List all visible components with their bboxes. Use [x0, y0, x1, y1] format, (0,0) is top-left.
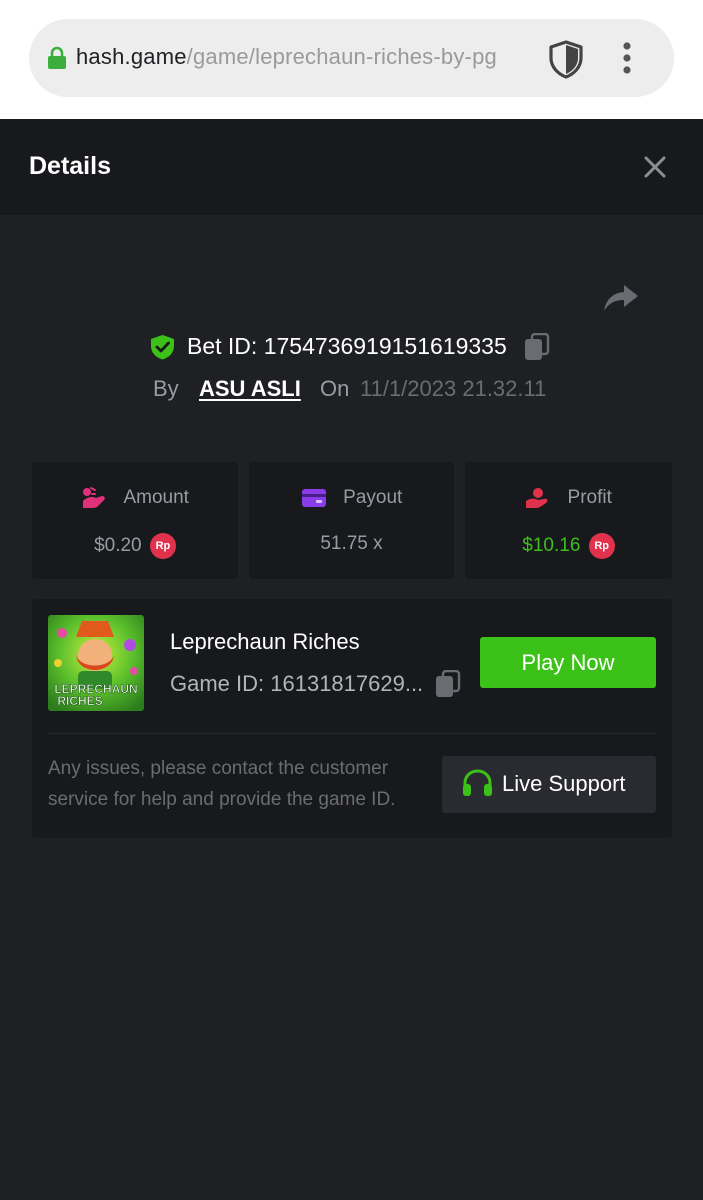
profit-icon [526, 488, 548, 508]
profit-value: $10.16 [522, 535, 581, 556]
headset-icon [463, 769, 492, 796]
details-header: Details [0, 119, 703, 215]
play-now-button[interactable]: Play Now [480, 637, 656, 688]
close-icon[interactable] [642, 154, 668, 180]
rp-currency-badge: Rp [588, 533, 615, 559]
payout-icon [301, 489, 326, 507]
payout-label: Payout [343, 487, 403, 508]
profit-label: Profit [567, 487, 612, 508]
bet-id-row: Bet ID: 1754736919151619335 [0, 330, 703, 364]
profit-value-row: $10.16 Rp [465, 533, 672, 559]
game-card: LEPRECHAUN RICHES Leprechaun Riches Game… [32, 599, 672, 838]
rp-currency-badge: Rp [149, 533, 176, 559]
game-thumbnail[interactable]: LEPRECHAUN RICHES [48, 615, 144, 711]
divider [48, 733, 656, 734]
page-title: Details [29, 152, 111, 180]
amount-header: Amount [32, 486, 238, 512]
share-icon[interactable] [603, 283, 639, 313]
bet-meta-row: By ASU ASLI On 11/1/2023 21.32.11 [0, 373, 703, 403]
game-id: Game ID: 16131817629... [170, 671, 424, 696]
shield-icon[interactable] [547, 39, 585, 79]
url-path: /game/leprechaun-riches-by-pg [186, 44, 497, 69]
thumb-title-line-2: RICHES [57, 694, 102, 708]
payout-header: Payout [249, 486, 454, 512]
amount-value: $0.20 [94, 535, 142, 556]
live-support-button[interactable]: Live Support [442, 756, 656, 813]
user-link[interactable]: ASU ASLI [199, 376, 301, 402]
by-label: By [153, 376, 179, 401]
payout-card: Payout 51.75 x [249, 462, 454, 579]
verified-shield-icon [151, 335, 174, 360]
profit-header: Profit [465, 486, 672, 512]
bet-date: 11/1/2023 21.32.11 [360, 376, 547, 401]
address-bar[interactable]: hash.game/game/leprechaun-riches-by-pg [29, 19, 674, 97]
copy-icon[interactable] [524, 333, 550, 361]
amount-label: Amount [123, 487, 189, 508]
bet-id: Bet ID: 1754736919151619335 [187, 333, 507, 359]
payout-value: 51.75 x [320, 533, 383, 554]
help-text: Any issues, please contact the customer … [48, 758, 396, 810]
on-label: On [320, 376, 350, 401]
payout-value-row: 51.75 x [249, 533, 454, 555]
copy-icon[interactable] [435, 670, 461, 698]
game-name: Leprechaun Riches [170, 629, 360, 654]
more-vert-icon[interactable] [615, 41, 639, 75]
amount-icon [83, 487, 105, 508]
url-domain: hash.game [76, 44, 187, 69]
amount-value-row: $0.20 Rp [32, 533, 238, 559]
amount-card: Amount $0.20 Rp [32, 462, 238, 579]
url-fade [499, 39, 539, 77]
lock-icon [48, 46, 66, 69]
browser-toolbar: hash.game/game/leprechaun-riches-by-pg [0, 0, 703, 119]
live-support-label: Live Support [502, 771, 626, 796]
profit-card: Profit $10.16 Rp [465, 462, 672, 579]
url-text: hash.game/game/leprechaun-riches-by-pg [76, 44, 531, 70]
